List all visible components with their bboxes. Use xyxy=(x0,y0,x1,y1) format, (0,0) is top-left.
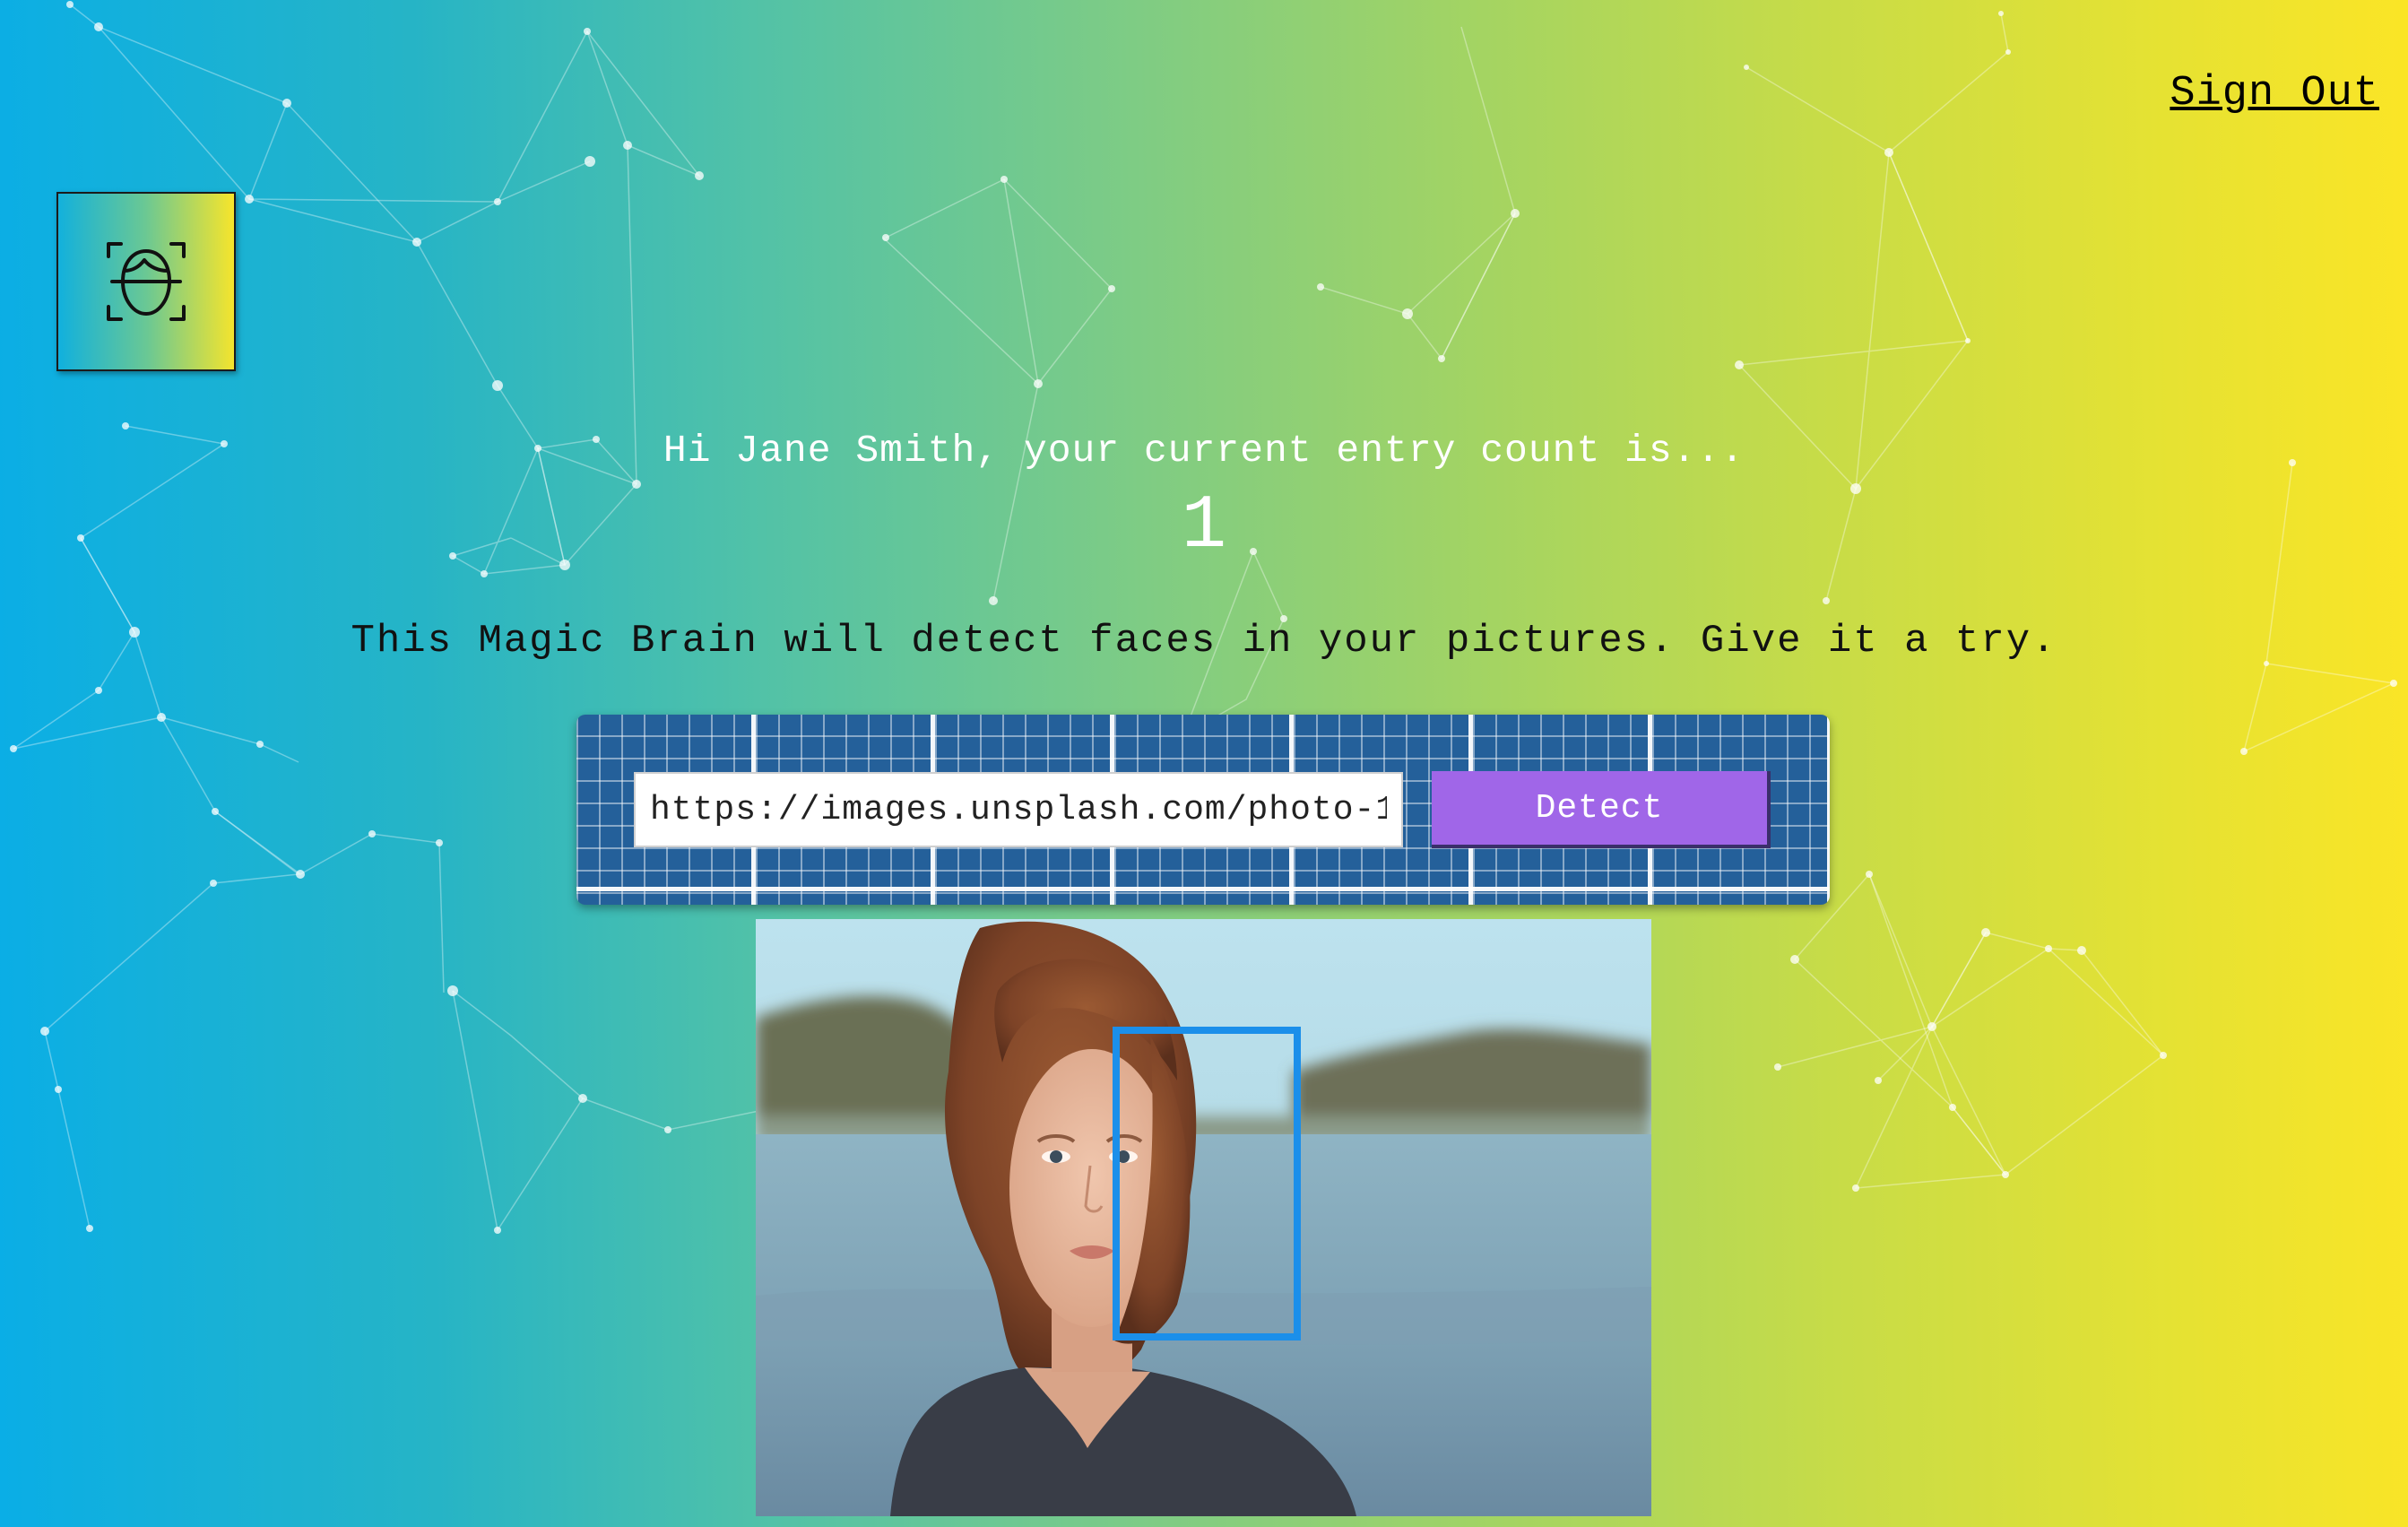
intro-text: This Magic Brain will detect faces in yo… xyxy=(351,619,2057,664)
entry-count: 1 xyxy=(1181,484,1227,569)
sign-out-link[interactable]: Sign Out xyxy=(2170,70,2379,117)
logo xyxy=(56,192,236,371)
image-url-input[interactable] xyxy=(634,772,1403,847)
entry-greeting: Hi Jane Smith, your current entry count … xyxy=(663,429,1745,473)
face-bounding-box xyxy=(1113,1027,1301,1340)
detect-button[interactable]: Detect xyxy=(1432,771,1771,848)
face-scan-icon xyxy=(107,242,186,321)
image-link-form: Detect xyxy=(576,715,1830,905)
